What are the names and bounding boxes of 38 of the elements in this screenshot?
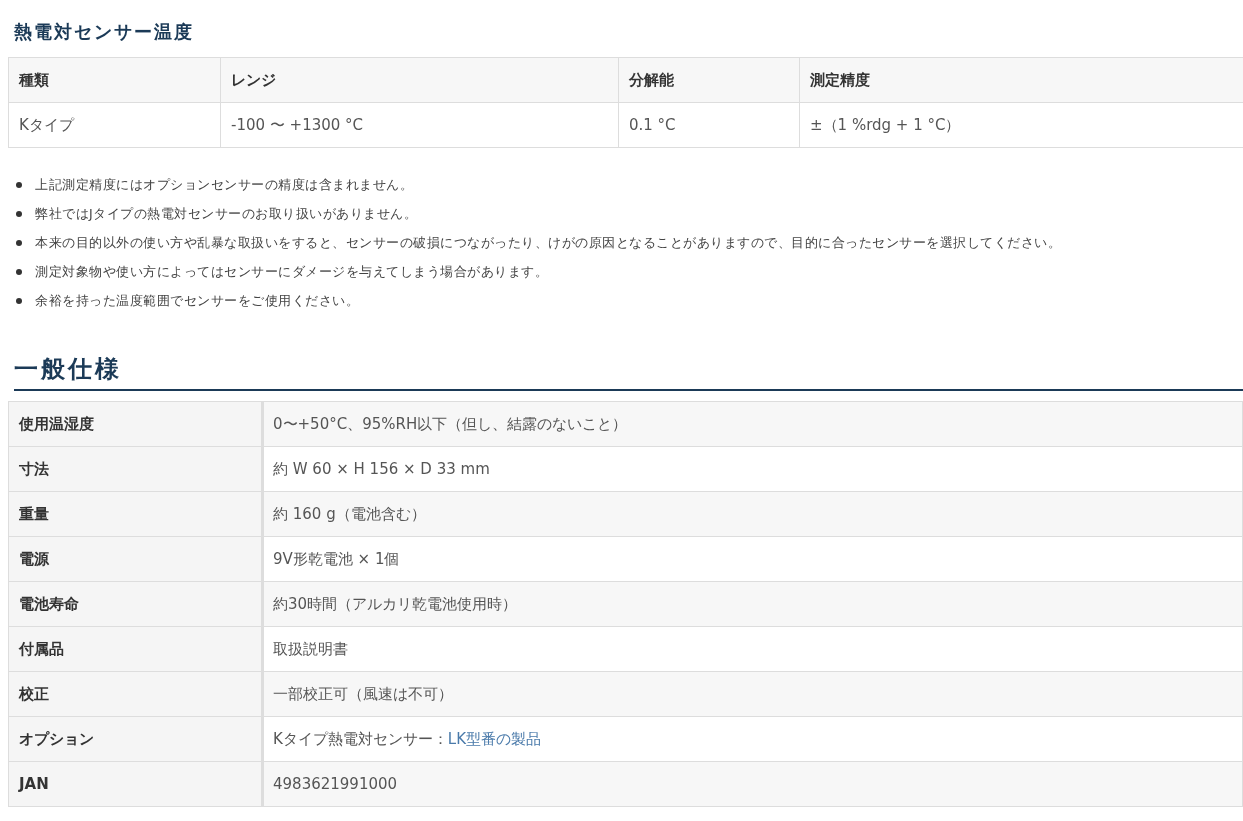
note-text: 余裕を持った温度範囲でセンサーをご使用ください。 (35, 291, 359, 310)
table-cell: 0.1 °C (618, 102, 800, 148)
section-title: 熱電対センサー温度 (13, 20, 195, 44)
table-cell: Kタイプ (8, 102, 221, 148)
note-text: 上記測定精度にはオプションセンサーの精度は含まれません。 (35, 175, 413, 194)
table-cell: -100 〜 +1300 °C (220, 102, 619, 148)
spec-value: 一部校正可（風速は不可） (262, 671, 1243, 717)
bullet-icon (16, 268, 22, 275)
spec-value: 約 W 60 × H 156 × D 33 mm (262, 446, 1243, 492)
bullet-icon (16, 239, 22, 246)
column-header: 種類 (8, 57, 221, 103)
spec-label: 付属品 (8, 626, 263, 672)
note-text: 弊社ではJタイプの熱電対センサーのお取り扱いがありません。 (35, 204, 418, 223)
spec-value: 0〜+50°C、95%RH以下（但し、結露のないこと） (262, 401, 1243, 447)
bullet-icon (16, 297, 22, 304)
note-text: 本来の目的以外の使い方や乱暴な取扱いをすると、センサーの破損につながったり、けがの原因となることがありますので、目的に合ったセンサーを選択してください。 (35, 233, 1061, 252)
column-header: 分解能 (618, 57, 800, 103)
spec-label: オプション (8, 716, 263, 762)
spec-label: 使用温湿度 (8, 401, 263, 447)
spec-label: 校正 (8, 671, 263, 717)
spec-value: 約30時間（アルカリ乾電池使用時） (262, 581, 1243, 627)
note-text: 測定対象物や使い方によってはセンサーにダメージを与えてしまう場合があります。 (35, 262, 548, 281)
spec-label: JAN (8, 761, 263, 807)
column-header: レンジ (220, 57, 619, 103)
spec-value: Kタイプ熱電対センサー：LK型番の製品 (262, 716, 1243, 762)
spec-value: 4983621991000 (262, 761, 1243, 807)
spec-value: 取扱説明書 (262, 626, 1243, 672)
product-link[interactable]: LK型番の製品 (447, 729, 542, 748)
column-header: 測定精度 (799, 57, 1243, 103)
section-heading: 一般仕様 (14, 353, 1243, 391)
spec-label: 重量 (8, 491, 263, 537)
bullet-icon (16, 181, 22, 188)
spec-label: 電源 (8, 536, 263, 582)
spec-label: 寸法 (8, 446, 263, 492)
bullet-icon (16, 210, 22, 217)
spec-value: 9V形乾電池 × 1個 (262, 536, 1243, 582)
spec-value: 約 160 g（電池含む） (262, 491, 1243, 537)
spec-label: 電池寿命 (8, 581, 263, 627)
